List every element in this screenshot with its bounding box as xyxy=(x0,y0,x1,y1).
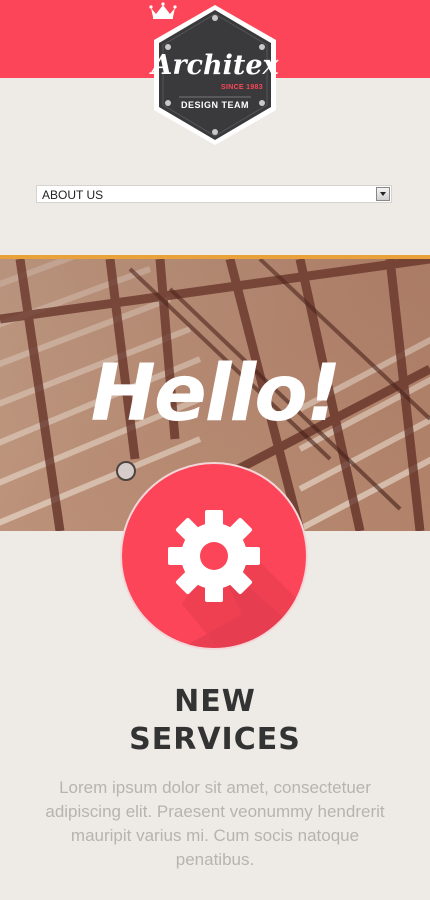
section-body-text: Lorem ipsum dolor sit amet, consectetuer… xyxy=(45,778,385,869)
page: Architex SINCE 1983 DESIGN TEAM ABOUT US xyxy=(0,0,430,900)
section-title-line2: SERVICES xyxy=(129,722,301,757)
logo[interactable]: Architex SINCE 1983 DESIGN TEAM xyxy=(149,2,281,148)
nav-select-value: ABOUT US xyxy=(42,188,104,202)
section-title-line1: NEW xyxy=(174,684,256,719)
hero-title: Hello! xyxy=(90,349,342,439)
services-icon-circle[interactable] xyxy=(120,462,308,650)
brand-tagline: DESIGN TEAM xyxy=(180,100,249,110)
crown-icon xyxy=(149,2,177,19)
gear-icon xyxy=(168,510,306,648)
dropdown-arrow-icon[interactable] xyxy=(376,187,390,201)
nav-select[interactable]: ABOUT US xyxy=(36,185,392,203)
brand-name: Architex xyxy=(151,50,279,81)
brand-since: SINCE 1983 xyxy=(221,84,263,91)
